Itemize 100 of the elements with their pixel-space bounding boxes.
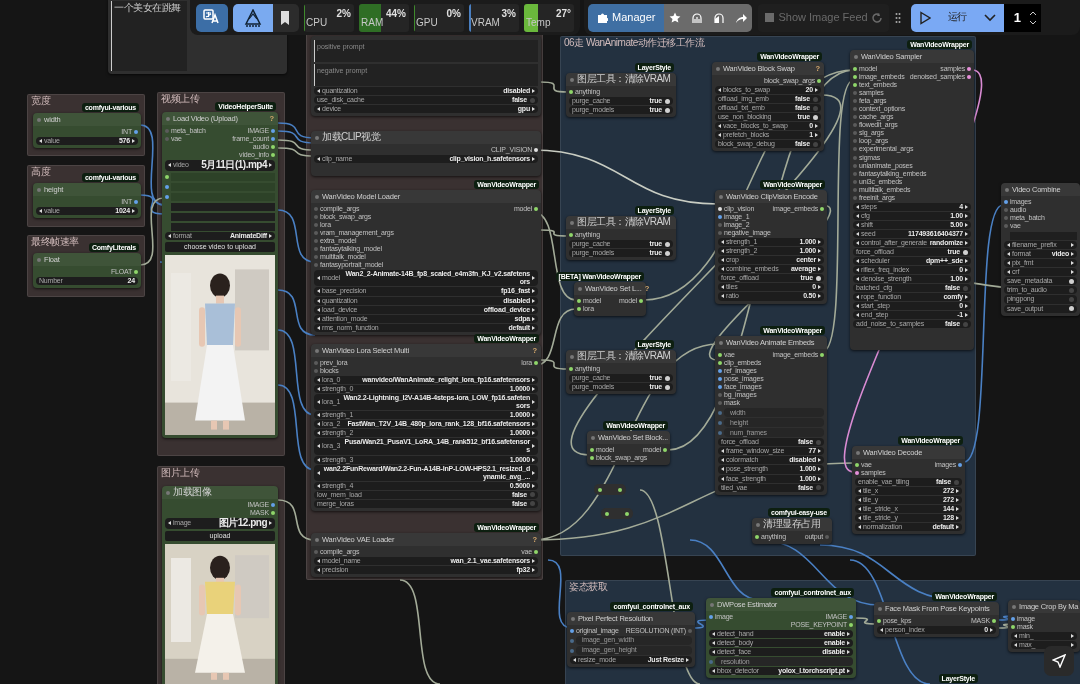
port-dot[interactable] — [853, 123, 857, 128]
port-dot[interactable] — [165, 137, 169, 142]
port-dot[interactable] — [314, 239, 318, 244]
port-dot[interactable] — [598, 487, 602, 492]
left-arrow-icon[interactable] — [317, 89, 320, 93]
port-dot[interactable] — [820, 207, 824, 211]
port-dot[interactable] — [853, 83, 857, 88]
toggle-knob[interactable] — [963, 321, 968, 327]
port-dot[interactable] — [569, 367, 573, 371]
port-dot[interactable] — [718, 385, 722, 390]
port-dot[interactable] — [755, 535, 759, 539]
toggle-knob[interactable] — [813, 96, 818, 102]
port-dot[interactable] — [165, 184, 169, 189]
port-dot[interactable] — [853, 99, 857, 104]
port-dot[interactable] — [853, 91, 857, 96]
toggle-knob[interactable] — [665, 107, 670, 113]
queue-count-field[interactable]: 1 — [1003, 3, 1041, 32]
port-dot[interactable] — [718, 377, 722, 382]
port-dot[interactable] — [165, 129, 169, 133]
left-arrow-icon[interactable] — [317, 276, 320, 281]
port-dot[interactable] — [855, 463, 859, 467]
toggle-knob[interactable] — [813, 114, 818, 120]
right-arrow-icon[interactable] — [269, 521, 272, 526]
collapse-dot-icon[interactable] — [1012, 604, 1016, 609]
left-arrow-icon[interactable] — [573, 658, 576, 663]
port-dot[interactable] — [853, 195, 857, 200]
port-dot[interactable] — [967, 67, 971, 71]
port-dot[interactable] — [314, 550, 318, 554]
toolbar-button[interactable] — [196, 3, 228, 32]
port-dot[interactable] — [718, 393, 722, 398]
reroute-node[interactable] — [601, 508, 633, 519]
port-dot[interactable] — [570, 648, 574, 653]
right-arrow-icon[interactable] — [532, 400, 535, 405]
toggle-knob[interactable] — [1069, 306, 1074, 312]
collapse-dot-icon[interactable] — [315, 135, 319, 140]
port-dot[interactable] — [577, 307, 581, 312]
port-dot[interactable] — [663, 448, 667, 452]
right-arrow-icon[interactable] — [532, 483, 535, 488]
left-arrow-icon[interactable] — [317, 107, 320, 112]
toggle-knob[interactable] — [530, 97, 535, 103]
port-dot[interactable] — [718, 231, 722, 236]
collapse-dot-icon[interactable] — [719, 340, 723, 345]
right-arrow-icon[interactable] — [532, 444, 535, 449]
port-dot[interactable] — [853, 179, 857, 184]
port-dot[interactable] — [853, 67, 857, 71]
port-dot[interactable] — [534, 361, 538, 365]
chevron-down-icon[interactable] — [1028, 19, 1037, 25]
collapse-dot-icon[interactable] — [315, 194, 319, 199]
right-arrow-icon[interactable] — [1071, 634, 1074, 639]
toggle-knob[interactable] — [665, 98, 670, 104]
port-dot[interactable] — [853, 107, 857, 112]
right-arrow-icon[interactable] — [532, 457, 535, 462]
port-dot[interactable] — [271, 153, 275, 158]
toggle-knob[interactable] — [954, 479, 959, 485]
collapse-dot-icon[interactable] — [719, 194, 723, 199]
left-arrow-icon[interactable] — [168, 163, 171, 168]
collapse-dot-icon[interactable] — [571, 616, 575, 621]
left-arrow-icon[interactable] — [317, 400, 320, 405]
prompt-field[interactable]: 一个美女在跳舞 — [111, 1, 187, 71]
left-arrow-icon[interactable] — [718, 88, 721, 93]
port-dot[interactable] — [718, 215, 722, 220]
collapse-dot-icon[interactable] — [756, 522, 760, 527]
port-dot[interactable] — [992, 619, 996, 623]
port-dot[interactable] — [314, 263, 318, 268]
toggle-knob[interactable] — [1069, 297, 1074, 302]
collapse-dot-icon[interactable] — [37, 117, 41, 122]
reroute-node[interactable] — [594, 484, 626, 495]
port-dot[interactable] — [853, 187, 857, 192]
port-dot[interactable] — [849, 623, 853, 628]
right-arrow-icon[interactable] — [815, 88, 818, 93]
toggle-knob[interactable] — [530, 492, 535, 498]
port-dot[interactable] — [534, 148, 538, 152]
port-dot[interactable] — [877, 619, 881, 623]
right-arrow-icon[interactable] — [532, 107, 535, 112]
port-dot[interactable] — [853, 131, 857, 136]
collapse-dot-icon[interactable] — [856, 450, 860, 455]
collapse-dot-icon[interactable] — [1005, 187, 1009, 192]
toggle-knob[interactable] — [816, 275, 821, 281]
port-dot[interactable] — [590, 456, 594, 461]
port-dot[interactable] — [314, 247, 318, 252]
drag-handle-icon[interactable] — [894, 11, 901, 24]
cursor-tool-button[interactable] — [1044, 646, 1074, 676]
port-dot[interactable] — [718, 420, 722, 425]
port-dot[interactable] — [1004, 200, 1008, 204]
right-arrow-icon[interactable] — [132, 209, 135, 214]
port-dot[interactable] — [817, 79, 821, 83]
manager-button[interactable]: Manager — [588, 3, 665, 32]
port-dot[interactable] — [855, 471, 859, 476]
port-dot[interactable] — [849, 615, 853, 619]
left-arrow-icon[interactable] — [317, 444, 320, 449]
port-dot[interactable] — [314, 215, 318, 220]
port-dot[interactable] — [853, 171, 857, 176]
port-dot[interactable] — [314, 255, 318, 260]
port-dot[interactable] — [271, 145, 275, 150]
collapse-dot-icon[interactable] — [710, 602, 714, 607]
port-dot[interactable] — [605, 511, 609, 516]
toggle-knob[interactable] — [530, 501, 535, 507]
port-dot[interactable] — [1004, 216, 1008, 221]
toolbar-button[interactable] — [233, 3, 273, 32]
port-dot[interactable] — [134, 270, 138, 274]
